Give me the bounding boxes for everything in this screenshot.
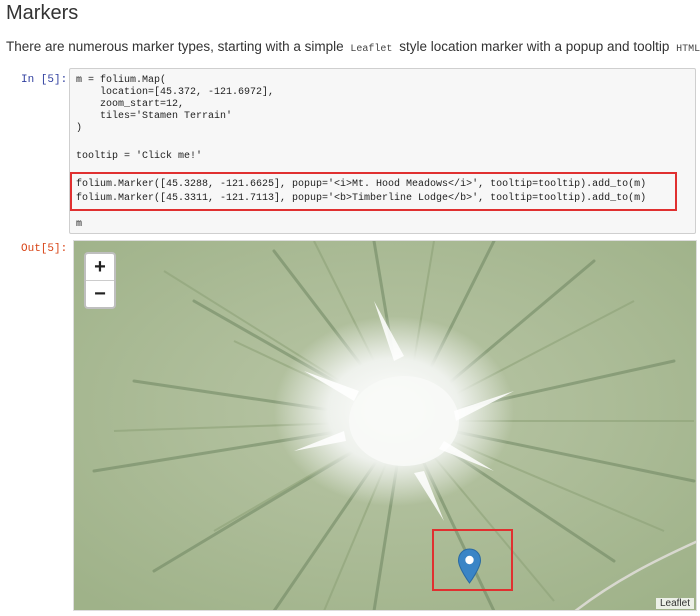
intro-paragraph: There are numerous marker types, startin… (6, 39, 700, 55)
html-code: HTML (676, 44, 700, 55)
input-prompt: In [5]: (21, 74, 68, 86)
zoom-control: + − (84, 252, 116, 309)
code-line: ) (76, 123, 83, 134)
intro-text-start: There are numerous marker types, startin… (6, 39, 344, 54)
zoom-out-button[interactable]: − (86, 281, 114, 307)
marker-code-highlight (70, 172, 677, 211)
map-attribution[interactable]: Leaflet (655, 598, 694, 609)
leaflet-code: Leaflet (350, 44, 393, 55)
intro-text-middle: style location marker with a popup and t… (399, 39, 670, 54)
code-line: tooltip = 'Click me!' (76, 151, 203, 162)
output-prompt: Out[5]: (21, 243, 68, 255)
map-marker-icon[interactable] (457, 548, 482, 584)
code-cell-input[interactable]: m = folium.Map( location=[45.372, -121.6… (69, 68, 696, 234)
code-line: m (76, 219, 83, 230)
code-line: location=[45.372, -121.6972], (76, 87, 275, 98)
section-heading: Markers (6, 2, 79, 24)
code-line: tiles='Stamen Terrain' (76, 111, 233, 122)
terrain-tiles[interactable] (74, 241, 697, 611)
zoom-in-button[interactable]: + (86, 254, 114, 281)
leaflet-map[interactable]: + − Leaflet (73, 240, 697, 611)
code-line: m = folium.Map( (76, 75, 167, 86)
code-line: zoom_start=12, (76, 99, 185, 110)
